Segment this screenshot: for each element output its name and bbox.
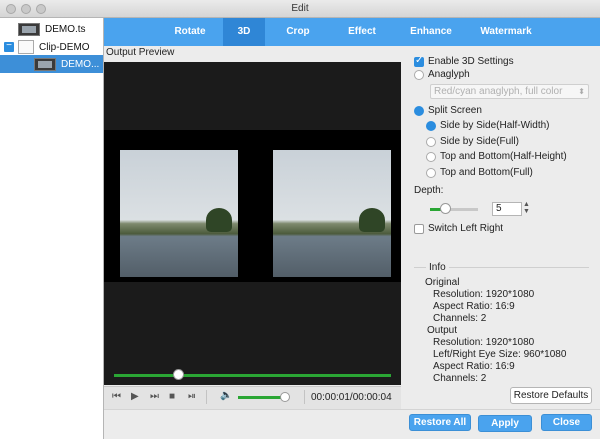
output-eye-size: Left/Right Eye Size: 960*1080 (433, 349, 567, 360)
right-eye-image (273, 150, 391, 277)
tab-3d[interactable]: 3D (223, 18, 265, 46)
option-tb-half-row[interactable]: Top and Bottom(Half-Height) (426, 151, 567, 162)
option-sbs-half-row[interactable]: Side by Side(Half-Width) (426, 120, 549, 131)
option-sbs-full-row[interactable]: Side by Side(Full) (426, 136, 519, 147)
left-eye-image (120, 150, 238, 277)
original-channels: Channels: 2 (433, 313, 487, 324)
tree-item-label: DEMO.ts (45, 23, 86, 35)
option-tb-full-row[interactable]: Top and Bottom(Full) (426, 167, 533, 178)
option-label: Top and Bottom(Half-Height) (440, 151, 567, 162)
original-aspect-ratio: Aspect Ratio: 16:9 (433, 301, 515, 312)
tree-item-demo-ts[interactable]: DEMO.ts (18, 20, 104, 38)
option-label: Top and Bottom(Full) (440, 167, 533, 178)
video-thumbnail-icon (34, 57, 56, 71)
tab-effect[interactable]: Effect (332, 18, 392, 46)
tree-item-label: DEMO... (61, 58, 100, 70)
original-title: Original (425, 277, 460, 288)
preview-stage (104, 130, 401, 282)
output-aspect-ratio: Aspect Ratio: 16:9 (433, 361, 515, 372)
option-sbs-full-radio[interactable] (426, 136, 436, 147)
file-tree: DEMO.ts − Clip-DEMO DEMO... (0, 18, 104, 439)
tab-bar: Rotate 3D Crop Effect Enhance Watermark (104, 18, 600, 46)
switch-lr-label: Switch Left Right (428, 223, 504, 234)
window-titlebar: Edit (0, 0, 600, 18)
switch-lr-checkbox-row[interactable]: Switch Left Right (414, 223, 503, 234)
anaglyph-label: Anaglyph (428, 69, 470, 80)
collapse-icon[interactable]: − (4, 41, 14, 52)
anaglyph-radio-row[interactable]: Anaglyph (414, 69, 470, 80)
switch-lr-checkbox[interactable] (414, 223, 424, 234)
tab-watermark[interactable]: Watermark (470, 18, 542, 46)
enable-3d-checkbox[interactable] (414, 55, 424, 67)
option-label: Side by Side(Full) (440, 136, 519, 147)
split-screen-label: Split Screen (428, 105, 482, 116)
seek-handle[interactable] (172, 369, 184, 380)
window-title: Edit (291, 3, 309, 14)
tree-item-clip-demo[interactable]: − Clip-DEMO (4, 38, 104, 56)
output-channels: Channels: 2 (433, 373, 487, 384)
depth-input[interactable]: 5 (492, 202, 522, 216)
tree-item-demo-clip[interactable]: DEMO... (0, 55, 103, 73)
output-resolution: Resolution: 1920*1080 (433, 337, 535, 348)
option-tb-full-radio[interactable] (426, 167, 436, 178)
restore-defaults-button[interactable]: Restore Defaults (510, 387, 592, 404)
play-icon[interactable]: ▶ (131, 391, 139, 402)
next-frame-icon[interactable]: ⏯ (188, 391, 196, 402)
controls-divider (206, 390, 207, 404)
depth-label: Depth: (414, 185, 444, 196)
option-tb-half-radio[interactable] (426, 151, 436, 162)
anaglyph-select: Red/cyan anaglyph, full color ⬍ (430, 84, 589, 99)
original-resolution: Resolution: 1920*1080 (433, 289, 535, 300)
output-preview-label: Output Preview (106, 47, 175, 58)
apply-button[interactable]: Apply (478, 415, 532, 432)
split-screen-radio[interactable] (414, 105, 424, 116)
depth-stepper-icon[interactable]: ▲ ▼ (523, 201, 530, 215)
select-arrows-icon: ⬍ (578, 87, 585, 96)
video-thumbnail-icon (18, 22, 40, 36)
restore-all-button[interactable]: Restore All (409, 414, 471, 431)
tab-enhance[interactable]: Enhance (400, 18, 462, 46)
output-title: Output (427, 325, 458, 336)
tab-rotate[interactable]: Rotate (164, 18, 216, 46)
depth-handle[interactable] (440, 203, 451, 214)
enable-3d-label: Enable 3D Settings (428, 56, 514, 67)
output-preview (104, 62, 401, 385)
option-sbs-half-radio[interactable] (426, 120, 436, 131)
clip-document-icon (18, 40, 34, 54)
split-screen-radio-row[interactable]: Split Screen (414, 105, 482, 116)
tab-crop[interactable]: Crop (274, 18, 322, 46)
playback-time: 00:00:01/00:00:04 (311, 392, 392, 403)
controls-divider (304, 390, 305, 404)
skip-back-icon[interactable]: ⏮ (112, 391, 121, 402)
seek-bar[interactable] (114, 374, 391, 377)
tree-item-label: Clip-DEMO (39, 41, 90, 53)
stop-icon[interactable]: ■ (169, 391, 175, 402)
close-button[interactable]: Close (541, 414, 592, 431)
info-title: Info (426, 262, 449, 273)
enable-3d-checkbox-row[interactable]: Enable 3D Settings (414, 55, 514, 67)
volume-icon[interactable]: 🔈 (220, 390, 232, 401)
volume-handle[interactable] (279, 392, 290, 402)
skip-forward-icon[interactable]: ⏭ (150, 391, 159, 402)
option-label: Side by Side(Half-Width) (440, 120, 550, 131)
anaglyph-radio[interactable] (414, 69, 424, 80)
